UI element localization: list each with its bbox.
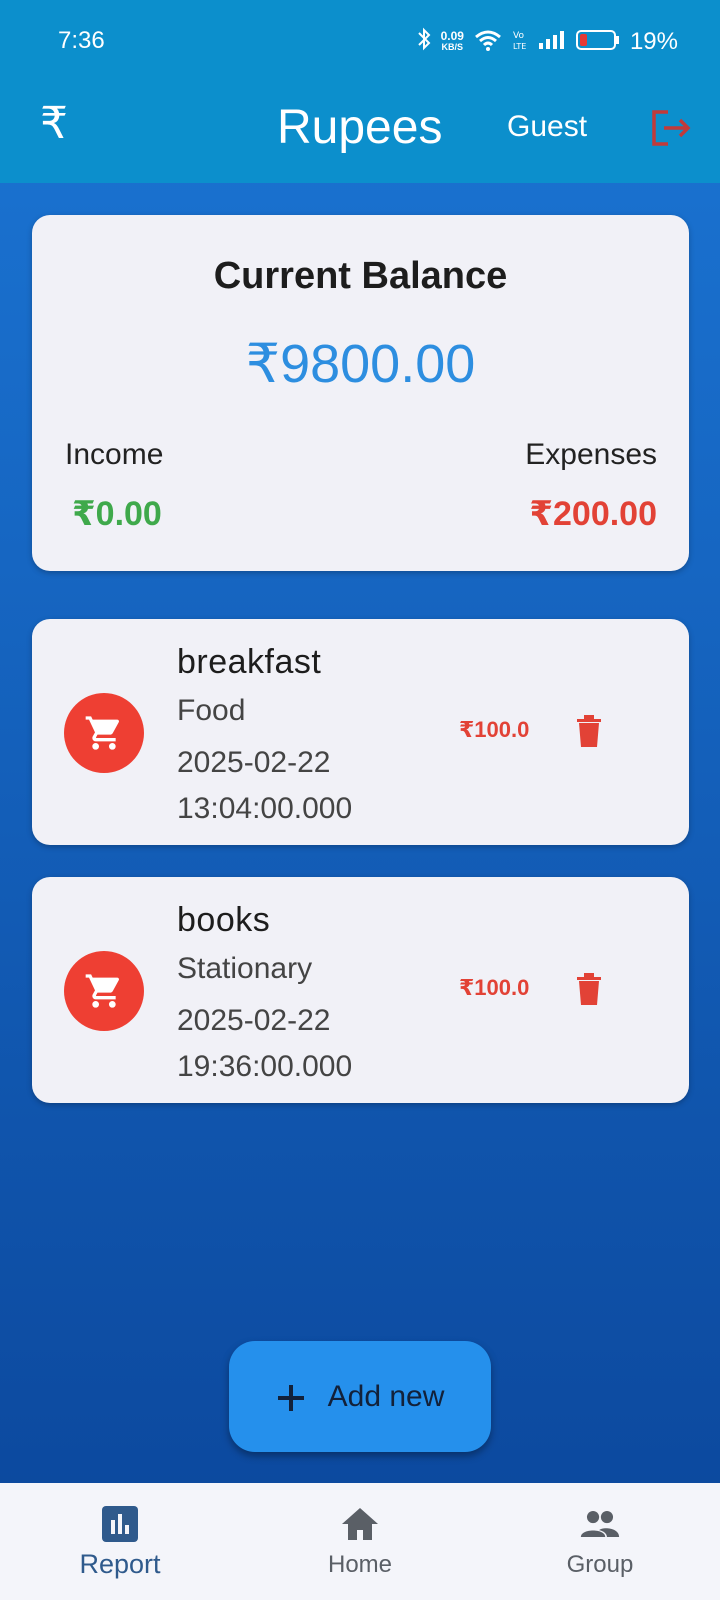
nav-item-home[interactable]: Home [300,1483,420,1600]
expenses-label: Expenses [525,438,657,471]
transaction-amount: ₹100.0 [459,717,530,742]
bluetooth-icon [417,27,431,57]
plus-icon [276,1374,306,1420]
add-new-button[interactable]: Add new [229,1341,491,1452]
user-label: Guest [507,110,588,143]
nav-label-group: Group [566,1551,634,1578]
bottom-nav: Report Home Group [0,1483,720,1600]
rupee-icon[interactable]: ₹ [40,98,68,149]
wifi-icon [474,29,502,56]
bar-chart-icon [100,1505,140,1543]
signal-icon [538,30,566,55]
income-label: Income [65,438,164,471]
expenses-value: ₹200.00 [529,495,657,533]
transaction-category: Stationary [177,952,313,985]
volte-icon: Vo LTE [512,29,528,56]
add-new-label: Add new [327,1379,445,1413]
nav-item-report[interactable]: Report [60,1483,180,1600]
transaction-amount: ₹100.0 [459,975,530,1000]
net-speed-value: 0.09 [440,29,464,43]
delete-icon[interactable] [575,713,603,749]
income-value: ₹0.00 [72,495,162,533]
nav-label-home: Home [327,1551,393,1578]
home-icon [340,1505,380,1543]
delete-icon[interactable] [575,971,603,1007]
svg-text:Vo: Vo [513,31,524,41]
net-speed-unit: KB/S [441,42,464,52]
app-bar: 7:36 0.09 KB/S Vo LTE 19% ₹ Rupees Guest [0,0,720,183]
group-icon [580,1505,620,1543]
balance-title: Current Balance [213,255,508,297]
logout-icon[interactable] [650,108,694,148]
transaction-category: Food [177,694,246,727]
cart-icon [64,951,144,1031]
transaction-title: books [177,901,271,939]
status-time: 7:36 [58,27,105,54]
cart-icon [64,693,144,773]
network-speed: 0.09 KB/S [440,29,464,53]
nav-label-report: Report [79,1549,161,1579]
app-title: Rupees [277,101,443,154]
svg-text:LTE: LTE [513,42,526,51]
balance-amount: ₹9800.00 [245,334,476,394]
balance-card: Current Balance ₹9800.00 Income ₹0.00 Ex… [32,215,689,571]
battery-icon [575,29,620,56]
status-icons: 0.09 KB/S Vo LTE 19% [417,27,678,57]
transaction-date: 2025-02-22 19:36:00.000 [177,1004,353,1083]
transaction-card[interactable]: breakfast Food 2025-02-22 13:04:00.000 ₹… [32,619,689,845]
app-screen: 7:36 0.09 KB/S Vo LTE 19% ₹ Rupees Guest… [0,0,720,1600]
transaction-title: breakfast [177,643,322,681]
nav-item-group[interactable]: Group [540,1483,660,1600]
battery-percent: 19% [629,28,678,55]
transaction-date: 2025-02-22 13:04:00.000 [177,746,353,825]
transaction-card[interactable]: books Stationary 2025-02-22 19:36:00.000… [32,877,689,1103]
